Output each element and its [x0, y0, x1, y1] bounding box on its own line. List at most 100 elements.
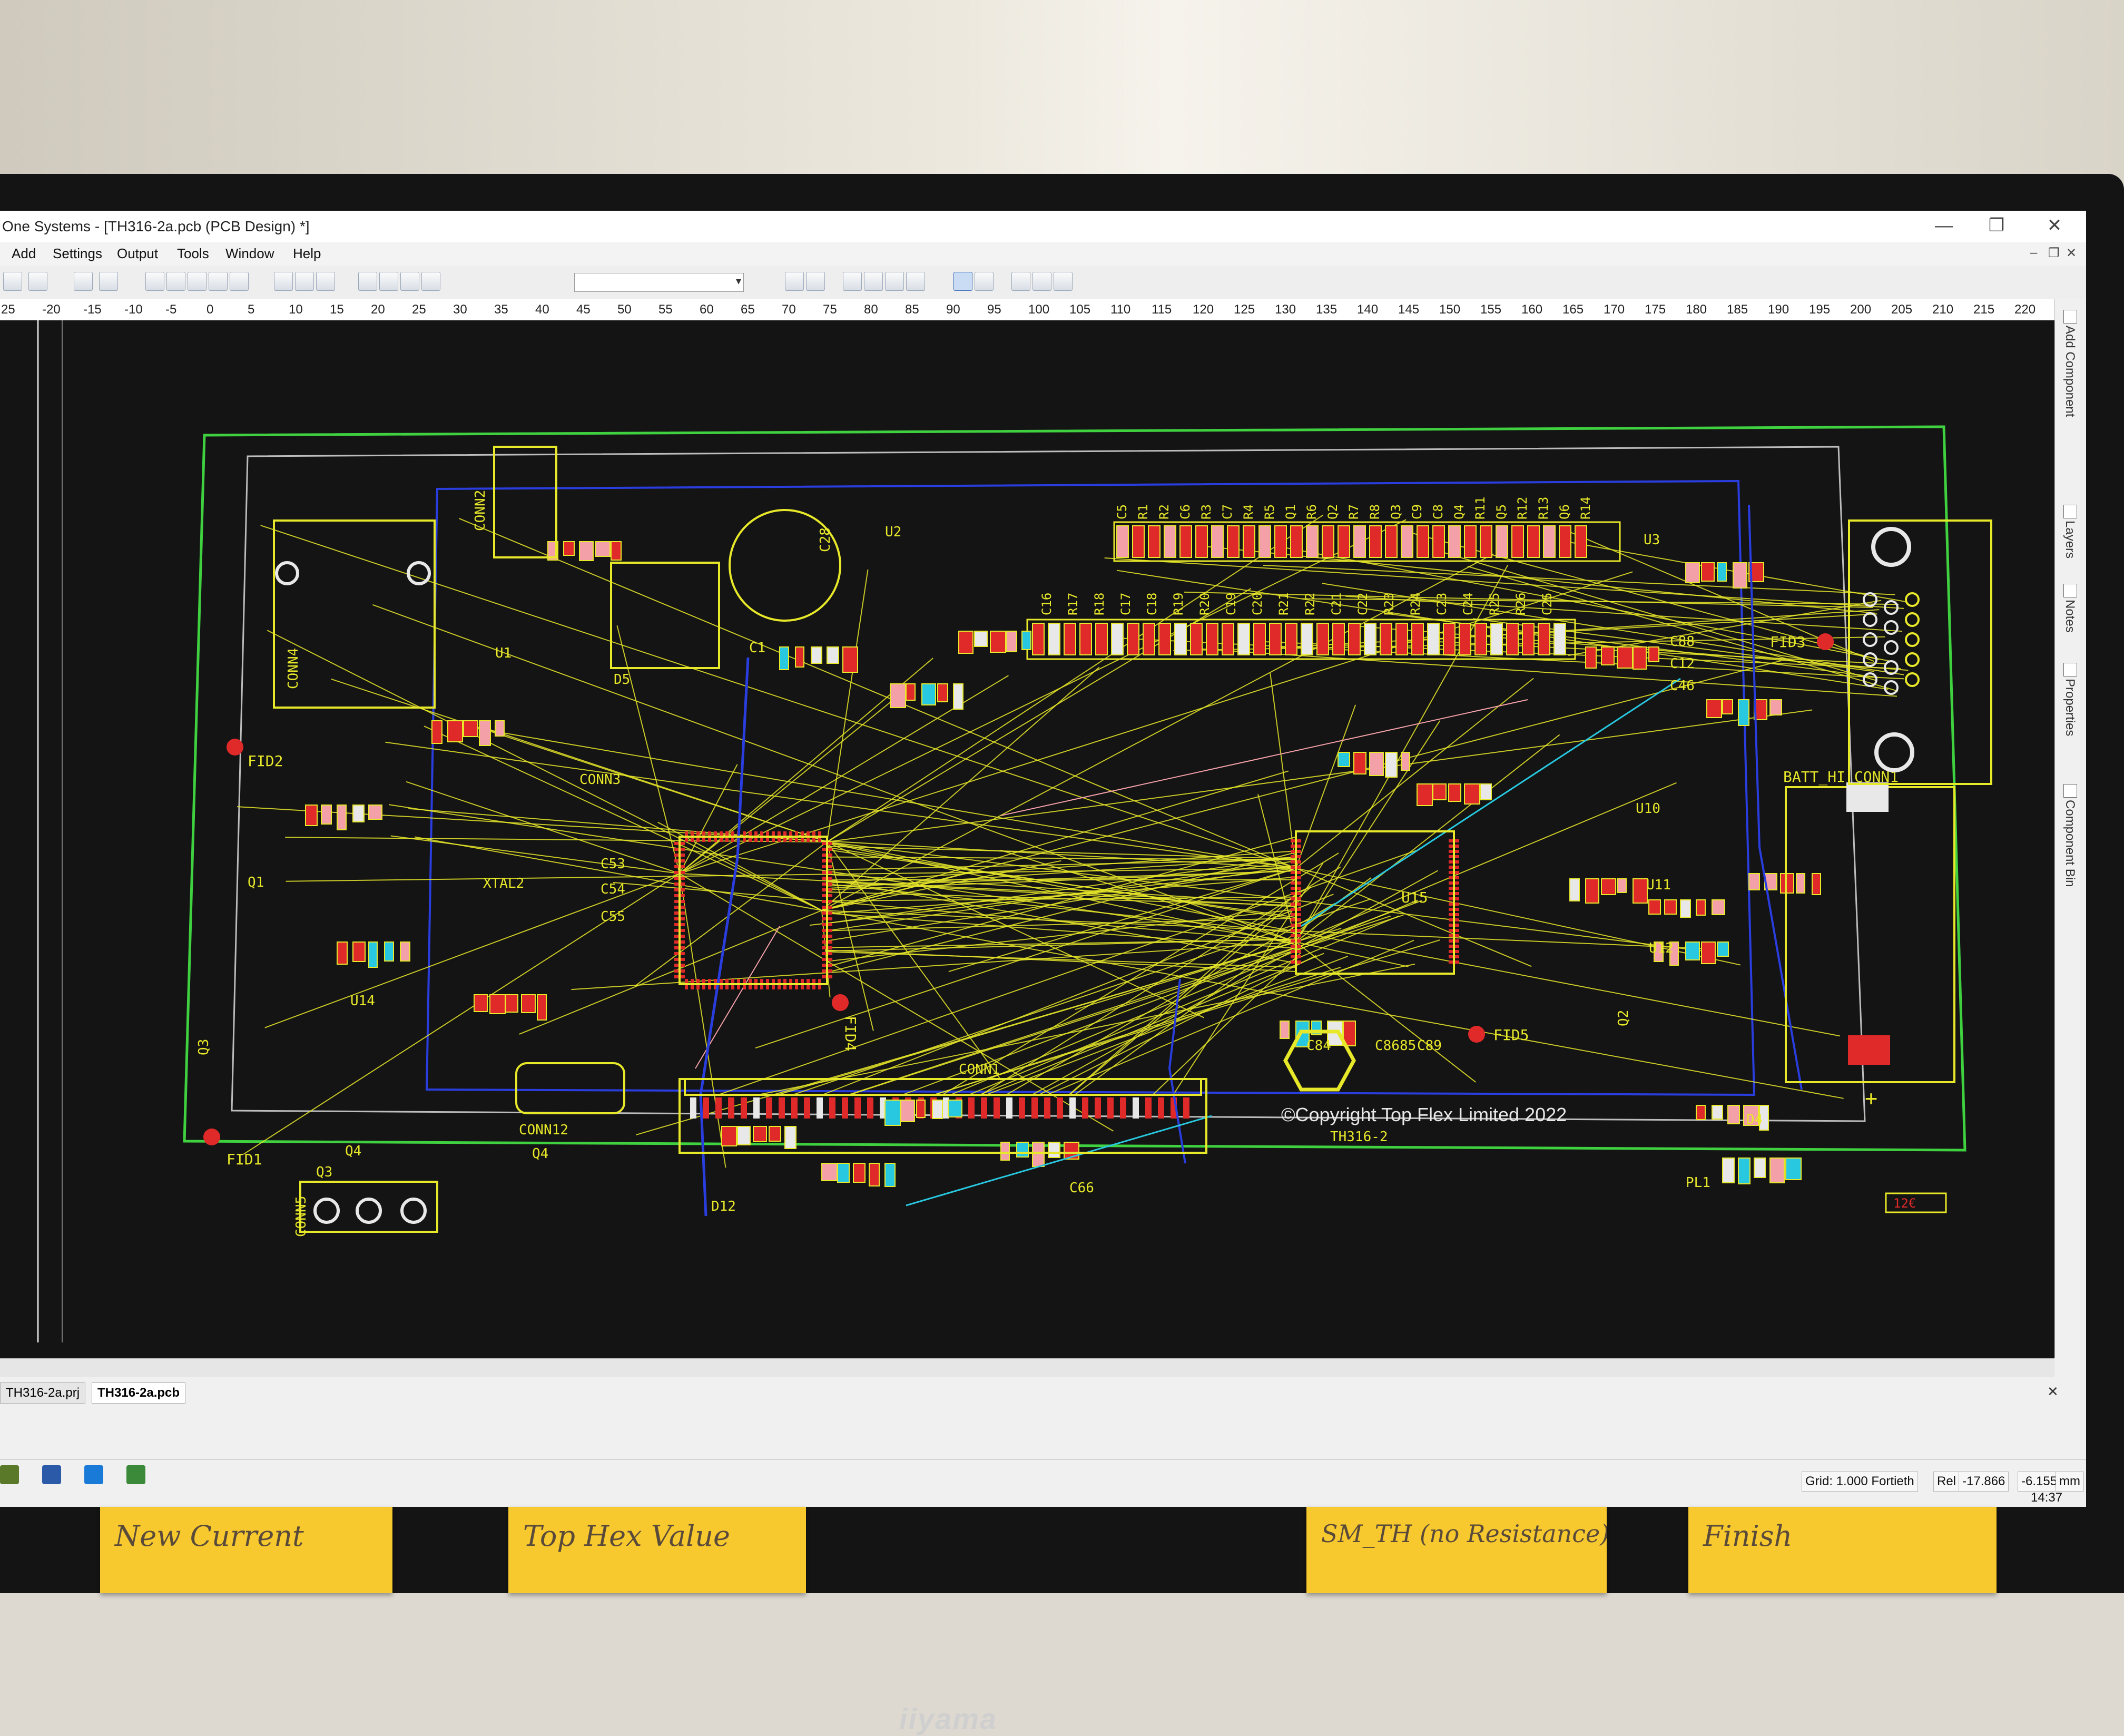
tab-notes[interactable]: Notes	[2062, 600, 2077, 633]
properties-icon[interactable]	[379, 272, 398, 291]
panel-icon[interactable]	[2063, 663, 2077, 676]
undo-icon[interactable]	[785, 272, 804, 291]
paste-icon[interactable]	[885, 272, 904, 291]
ruler-tick: 30	[453, 302, 467, 317]
ruler-tick: 195	[1809, 302, 1830, 317]
smd-component	[1617, 647, 1633, 668]
smd-component	[1723, 700, 1733, 714]
cut-icon[interactable]	[843, 272, 862, 291]
open-icon[interactable]	[28, 272, 47, 291]
smd-pad	[1322, 526, 1334, 557]
rainbow-icon[interactable]	[316, 272, 335, 291]
route-icon[interactable]	[1011, 272, 1030, 291]
distribute-icon[interactable]	[209, 272, 228, 291]
smd-pad	[1317, 623, 1329, 655]
smd-pad	[1543, 526, 1555, 557]
copy-icon[interactable]	[864, 272, 883, 291]
tab-properties[interactable]: Properties	[2062, 679, 2077, 736]
minimize-button[interactable]: —	[1928, 214, 1960, 237]
component-label: Q1	[1283, 504, 1298, 519]
grid-icon[interactable]	[74, 272, 93, 291]
delete-icon[interactable]	[906, 272, 925, 291]
align-center-icon[interactable]	[166, 272, 185, 291]
align-left-icon[interactable]	[145, 272, 164, 291]
copyright-text: ©Copyright Top Flex Limited 2022	[1281, 1104, 1567, 1125]
smd-component	[885, 1163, 895, 1186]
smd-component	[1022, 631, 1031, 650]
taskbar-app-icon[interactable]	[0, 1465, 19, 1484]
ratsnest-line	[827, 515, 1323, 842]
taskbar-app-icon[interactable]	[126, 1465, 145, 1484]
taskbar-app-icon[interactable]	[84, 1465, 103, 1484]
sticky-note-text: Finish	[1703, 1519, 1792, 1553]
menu-add[interactable]: Add	[12, 246, 36, 262]
pcb-canvas[interactable]: C5R1R2C6R3C7R4R5Q1R6Q2R7R8Q3C9C8Q4R11Q5R…	[0, 320, 2054, 1358]
component-label: C8	[1431, 504, 1446, 519]
select-icon[interactable]	[953, 272, 972, 291]
pen-icon[interactable]	[400, 272, 419, 291]
pcb-drawing[interactable]: C5R1R2C6R3C7R4R5Q1R6Q2R7R8Q3C9C8Q4R11Q5R…	[0, 320, 2054, 1358]
smd-pad	[1285, 623, 1297, 655]
restore-button[interactable]: ❐	[1981, 214, 2012, 237]
text-icon[interactable]	[1054, 272, 1073, 291]
connect-icon[interactable]	[975, 272, 994, 291]
panel-icon[interactable]	[2063, 505, 2077, 518]
layer-icon[interactable]	[421, 272, 440, 291]
redo-icon[interactable]	[806, 272, 825, 291]
panel-icon[interactable]	[2063, 310, 2077, 323]
taskbar-app-icon[interactable]	[42, 1465, 61, 1484]
ruler-tick: 205	[1891, 302, 1912, 317]
panel-icon[interactable]	[2063, 584, 2077, 597]
tab-pcb[interactable]: TH316-2a.pcb	[92, 1382, 185, 1404]
menu-help[interactable]: Help	[293, 246, 321, 262]
menu-output[interactable]: Output	[117, 246, 158, 262]
smd-component	[306, 805, 317, 826]
tab-close-button[interactable]: ✕	[2047, 1384, 2059, 1400]
smd-component	[1633, 647, 1646, 669]
new-icon[interactable]	[3, 272, 22, 291]
conn2-footprint	[494, 447, 556, 557]
close-button[interactable]: ✕	[2039, 214, 2070, 237]
smd-pad	[1554, 623, 1566, 655]
smd-component	[827, 647, 839, 663]
zoom-out-icon[interactable]	[295, 272, 314, 291]
tab-layers[interactable]: Layers	[2062, 521, 2077, 558]
menu-settings[interactable]: Settings	[53, 246, 102, 262]
mdi-close-button[interactable]: ✕	[2066, 246, 2077, 261]
x-coordinate: -17.866	[1959, 1472, 2009, 1492]
align-right-icon[interactable]	[188, 272, 206, 291]
smd-pad	[1380, 623, 1392, 655]
u12-label: U12	[1649, 940, 1674, 956]
ruler-tick: 105	[1069, 302, 1090, 317]
u11-label: U11	[1646, 877, 1671, 893]
tab-component-bin[interactable]: Component Bin	[2062, 800, 2077, 887]
panel-icon[interactable]	[2063, 784, 2077, 798]
c53-label: C53	[601, 856, 625, 872]
smd-pad	[1196, 526, 1207, 557]
menu-window[interactable]: Window	[225, 246, 274, 262]
smd-component	[959, 631, 973, 653]
tab-project[interactable]: TH316-2a.prj	[0, 1382, 85, 1404]
conn2-label: CONN2	[473, 490, 488, 531]
menu-tools[interactable]: Tools	[177, 246, 209, 262]
move-icon[interactable]	[230, 272, 249, 291]
mdi-minimize-button[interactable]: –	[2030, 246, 2037, 260]
monitor-brand-logo: iiyama	[869, 1702, 1027, 1736]
selection-grid-icon[interactable]	[358, 272, 377, 291]
chevron-down-icon[interactable]: ▾	[736, 274, 741, 288]
mdi-restore-button[interactable]: ❐	[2048, 246, 2060, 261]
smd-pad	[1459, 623, 1471, 655]
fiducial-mark	[1817, 633, 1834, 650]
tab-add-component[interactable]: Add Component	[2062, 326, 2077, 417]
ruler-tick: 25	[412, 302, 426, 317]
smd-component	[1665, 900, 1676, 914]
zoom-in-icon[interactable]	[274, 272, 293, 291]
smd-component	[1633, 879, 1647, 903]
layer-combo[interactable]: ▾	[574, 273, 744, 292]
route-alt-icon[interactable]	[1032, 272, 1051, 291]
hash-icon[interactable]	[99, 272, 118, 291]
smd-component	[1032, 1142, 1044, 1166]
smd-component	[869, 1163, 879, 1186]
connector-pin	[1006, 1097, 1012, 1119]
horizontal-scrollbar[interactable]	[0, 1358, 2054, 1378]
